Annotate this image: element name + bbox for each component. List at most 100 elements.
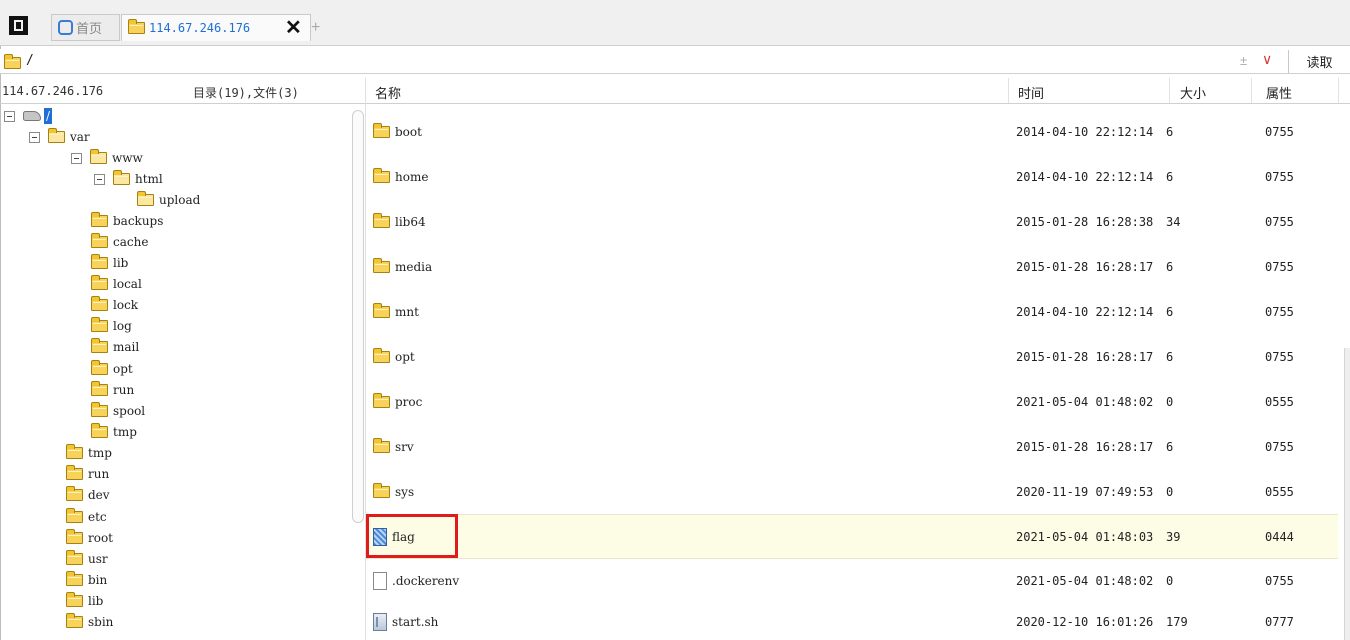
file-perm: 0755 [1265,349,1294,364]
file-perm: 0755 [1265,304,1294,319]
tree-node[interactable]: root [66,528,113,548]
tree-node[interactable]: lib [66,591,103,611]
column-header-size[interactable]: 大小 [1180,83,1206,102]
file-row[interactable]: home 2014-04-10 22:12:14 6 0755 [366,154,1338,199]
bookmark-toggle-icon[interactable]: ± [1240,53,1247,68]
file-size: 0 [1166,573,1174,588]
close-tab-icon[interactable]: ✕ [285,18,302,38]
collapse-icon[interactable] [71,152,82,164]
tree-node-label: opt [113,362,133,376]
file-time: 2021-05-04 01:48:03 [1016,529,1154,544]
column-header-time[interactable]: 时间 [1018,83,1044,102]
tree-node[interactable]: opt [91,359,133,379]
tree-node-label: mail [113,340,140,354]
file-row[interactable]: boot 2014-04-10 22:12:14 6 0755 [366,109,1338,154]
file-name: flag [392,529,415,544]
tree-node-label: root [88,531,114,545]
tree-node[interactable]: tmp [66,443,112,463]
folder-icon [66,444,83,459]
file-name: opt [395,349,415,364]
tree-node[interactable]: lock [91,295,138,315]
tree-node[interactable]: cache [91,232,148,252]
file-time: 2014-04-10 22:12:14 [1016,169,1154,184]
tree-node[interactable]: sbin [66,612,113,632]
file-row[interactable]: start.sh 2020-12-10 16:01:26 179 0777 [366,603,1338,640]
file-size: 6 [1166,304,1174,319]
column-divider[interactable] [1251,78,1252,103]
file-list-scrollbar[interactable] [1344,348,1350,640]
file-time: 2021-05-04 01:48:02 [1016,573,1154,588]
tree-node-label: dev [88,488,110,502]
file-row[interactable]: mnt 2014-04-10 22:12:14 6 0755 [366,289,1338,334]
add-tab-icon[interactable]: + [311,19,320,37]
tree-node-label: lock [113,298,139,312]
collapse-icon[interactable] [94,173,105,185]
tree-node[interactable]: usr [66,549,108,569]
column-header-name[interactable]: 名称 [375,83,401,102]
file-row-selected[interactable]: flag 2021-05-04 01:48:03 39 0444 [366,514,1338,559]
column-divider[interactable] [1008,78,1009,103]
file-perm: 0755 [1265,214,1294,229]
file-row[interactable]: srv 2015-01-28 16:28:17 6 0755 [366,424,1338,469]
tree-node[interactable]: local [91,274,142,294]
file-name: start.sh [392,614,439,629]
column-divider[interactable] [1338,78,1339,103]
tree-node[interactable]: html [94,169,163,189]
file-row[interactable]: proc 2021-05-04 01:48:02 0 0555 [366,379,1338,424]
collapse-icon[interactable] [4,110,15,122]
chevron-down-icon[interactable]: ∨ [1262,51,1272,68]
tab-host[interactable]: 114.67.246.176 [121,14,311,41]
file-perm: 0555 [1265,394,1294,409]
file-time: 2015-01-28 16:28:17 [1016,349,1154,364]
folder-icon [91,275,108,290]
folder-icon [66,508,83,523]
tree-node[interactable]: run [91,380,134,400]
file-name: .dockerenv [392,573,460,588]
file-row[interactable]: .dockerenv 2021-05-04 01:48:02 0 0755 [366,558,1338,603]
tree-node[interactable]: var [29,127,90,147]
file-name: media [395,259,433,274]
tree-node[interactable]: mail [91,337,139,357]
tree-node-label: html [135,172,163,186]
file-name: home [395,169,429,184]
file-time: 2015-01-28 16:28:17 [1016,259,1154,274]
tree-node[interactable]: lib [91,253,128,273]
read-button[interactable]: 读取 [1288,50,1350,73]
collapse-icon[interactable] [29,131,40,143]
tree-node[interactable]: bin [66,570,107,590]
folder-icon [91,338,108,353]
tab-home[interactable]: 首页 [51,14,120,41]
script-file-icon [373,612,387,631]
folder-icon [91,233,108,248]
file-time: 2014-04-10 22:12:14 [1016,124,1154,139]
data-file-icon [373,527,387,546]
file-row[interactable]: sys 2020-11-19 07:49:53 0 0555 [366,469,1338,514]
tree-node[interactable]: upload [137,190,200,210]
column-divider[interactable] [1169,78,1170,103]
tree-node[interactable]: www [71,148,143,168]
file-size: 34 [1166,214,1181,229]
path-input[interactable]: / [26,53,34,68]
tree-node[interactable]: run [66,464,109,484]
tree-node[interactable]: tmp [91,422,137,442]
file-size: 179 [1166,614,1188,629]
tree-summary-label: 目录(19),文件(3) [193,86,299,100]
app-logo-icon[interactable] [9,16,28,35]
directory-tree: / var www html upload backups cache lib … [0,104,352,640]
file-row[interactable]: lib64 2015-01-28 16:28:38 34 0755 [366,199,1338,244]
file-perm: 0755 [1265,573,1294,588]
tree-node[interactable]: backups [91,211,163,231]
tree-node-root[interactable]: / [4,106,53,126]
folder-icon [91,212,108,227]
tab-bar: 首页 114.67.246.176 ✕ + [0,0,1350,46]
tree-scrollbar[interactable] [352,110,364,523]
tree-node-label: local [113,277,142,291]
tree-node[interactable]: dev [66,485,110,505]
tree-node[interactable]: etc [66,507,107,527]
tree-node[interactable]: log [91,316,132,336]
tree-node[interactable]: spool [91,401,145,421]
tab-host-label: 114.67.246.176 [149,21,251,35]
file-row[interactable]: media 2015-01-28 16:28:17 6 0755 [366,244,1338,289]
column-header-perm[interactable]: 属性 [1266,83,1292,102]
file-row[interactable]: opt 2015-01-28 16:28:17 6 0755 [366,334,1338,379]
